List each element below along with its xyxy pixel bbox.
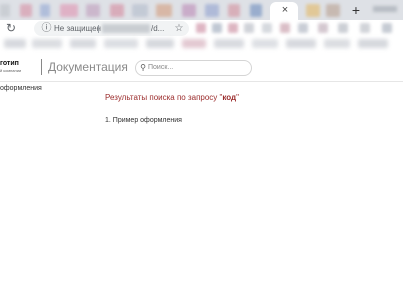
reload-icon[interactable]: ↻: [5, 20, 17, 37]
sidebar-item[interactable]: оформления: [0, 84, 42, 94]
blurred-extension-icon[interactable]: [338, 23, 348, 33]
page-title[interactable]: Документация: [48, 59, 128, 75]
blurred-bookmark[interactable]: [214, 39, 244, 48]
search-query: код: [222, 93, 237, 102]
search-input[interactable]: [148, 62, 246, 73]
blurred-tab[interactable]: [228, 4, 240, 17]
star-icon[interactable]: ☆: [173, 21, 185, 36]
blurred-tab[interactable]: [306, 4, 320, 17]
blurred-bookmark[interactable]: [4, 39, 26, 48]
blurred-extension-icon[interactable]: [318, 23, 328, 33]
blurred-extension-icon[interactable]: [244, 23, 254, 33]
blurred-extension-icon[interactable]: [382, 23, 392, 33]
blurred-bookmark[interactable]: [104, 39, 138, 48]
url-separator: [98, 25, 99, 33]
blurred-bookmark[interactable]: [324, 39, 350, 48]
blurred-tab[interactable]: [182, 4, 196, 17]
blurred-extension-icon[interactable]: [212, 23, 222, 33]
search-results-heading: Результаты поиска по запросу "код": [105, 92, 239, 104]
blurred-bookmark[interactable]: [32, 39, 62, 48]
security-status-label[interactable]: Не защищен: [54, 21, 101, 36]
close-icon[interactable]: ×: [279, 3, 291, 17]
results-heading-prefix: Результаты поиска по запросу ": [105, 93, 223, 102]
logo-subtitle: й компании: [0, 68, 22, 73]
blurred-tab[interactable]: [326, 4, 340, 17]
new-tab-button[interactable]: +: [349, 2, 363, 18]
url-tail[interactable]: /d...: [151, 21, 164, 36]
search-result-item[interactable]: 1. Пример оформления: [105, 116, 182, 126]
blurred-bookmark[interactable]: [70, 39, 96, 48]
header-divider: [41, 59, 42, 75]
blurred-extension-icon[interactable]: [228, 23, 238, 33]
blurred-tab[interactable]: [132, 4, 148, 17]
blurred-extension-icon[interactable]: [360, 23, 370, 33]
blurred-tab[interactable]: [156, 4, 172, 17]
blurred-tab[interactable]: [40, 4, 50, 17]
blurred-tab[interactable]: [60, 4, 78, 17]
blurred-extension-icon[interactable]: [262, 23, 272, 33]
blurred-tab[interactable]: [0, 4, 10, 17]
logo-text[interactable]: готип: [0, 60, 19, 68]
blurred-url[interactable]: [102, 24, 150, 33]
blurred-bookmark[interactable]: [182, 39, 206, 48]
blurred-bookmark[interactable]: [358, 39, 388, 48]
blurred-bookmark[interactable]: [286, 39, 316, 48]
blurred-extension-icon[interactable]: [298, 23, 308, 33]
blurred-tab[interactable]: [250, 4, 262, 17]
info-icon[interactable]: ⓘ: [40, 22, 53, 35]
results-heading-suffix: ": [236, 93, 239, 102]
blurred-bookmark[interactable]: [252, 39, 278, 48]
blurred-extension-icon[interactable]: [280, 23, 290, 33]
window-controls[interactable]: [373, 6, 397, 12]
blurred-bookmark[interactable]: [146, 39, 174, 48]
blurred-tab[interactable]: [20, 4, 32, 17]
blurred-tab[interactable]: [86, 4, 100, 17]
blurred-tab[interactable]: [110, 4, 124, 17]
blurred-extension-icon[interactable]: [196, 23, 206, 33]
blurred-tab[interactable]: [205, 4, 219, 17]
search-icon: ⚲: [140, 63, 146, 72]
